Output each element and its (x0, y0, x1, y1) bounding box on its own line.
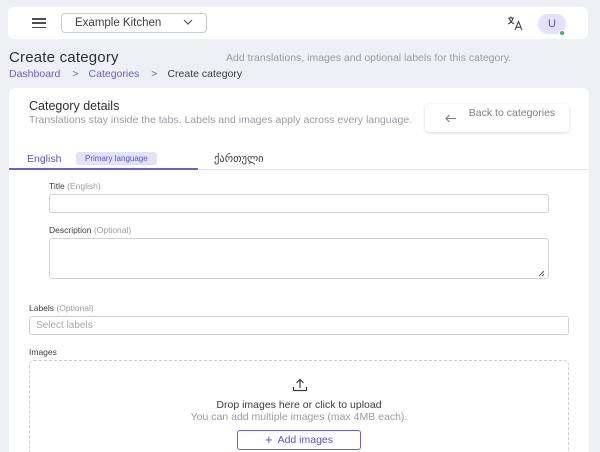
language-tabs: English Primary language ქართული (9, 148, 589, 170)
card-subtitle: Translations stay inside the tabs. Label… (29, 114, 413, 126)
upload-icon (292, 378, 308, 392)
description-label: Description (Optional) (49, 225, 131, 235)
avatar-initial: U (548, 18, 556, 30)
primary-language-badge: Primary language (76, 152, 157, 165)
image-dropzone[interactable]: Drop images here or click to upload You … (29, 360, 569, 452)
breadcrumb: Dashboard > Categories > Create category (9, 68, 242, 80)
title-input[interactable] (49, 194, 549, 213)
tab-english-label: English (27, 153, 62, 165)
menu-icon[interactable] (32, 18, 46, 28)
labels-label-text: Labels (29, 303, 55, 313)
labels-select[interactable] (29, 316, 569, 335)
back-to-categories-button[interactable]: Back to categories (425, 104, 569, 132)
page-title: Create category (9, 49, 119, 66)
description-label-text: Description (49, 225, 92, 235)
breadcrumb-separator: > (151, 68, 158, 80)
avatar[interactable]: U (538, 14, 566, 36)
dropzone-title: Drop images here or click to upload (216, 399, 382, 411)
title-label-text: Title (49, 181, 65, 191)
kitchen-selector[interactable]: Example Kitchen (61, 13, 207, 33)
title-hint: (English) (67, 181, 101, 191)
description-textarea[interactable] (49, 238, 549, 279)
images-label: Images (29, 347, 57, 357)
tab-georgian[interactable]: ქართული (214, 153, 264, 165)
category-details-card: Category details Translations stay insid… (9, 88, 589, 452)
tab-english[interactable]: English Primary language (9, 148, 198, 170)
back-button-label: Back to categories (468, 107, 556, 119)
description-hint: (Optional) (93, 225, 132, 235)
title-label: Title (English) (49, 181, 101, 191)
breadcrumb-separator: > (72, 68, 79, 80)
card-title: Category details (29, 99, 120, 113)
translate-icon[interactable] (506, 15, 524, 31)
dropzone-subtitle: You can add multiple images (max 4MB eac… (190, 411, 408, 423)
add-images-label: Add images (277, 434, 334, 446)
add-images-button[interactable]: + Add images (237, 430, 361, 450)
breadcrumb-categories[interactable]: Categories (89, 68, 140, 80)
top-bar: Example Kitchen U (8, 7, 588, 39)
arrow-left-icon (445, 114, 456, 123)
breadcrumb-dashboard[interactable]: Dashboard (9, 68, 60, 80)
labels-hint: (Optional) (56, 303, 94, 313)
online-status-dot (559, 30, 565, 36)
kitchen-name: Example Kitchen (75, 17, 162, 29)
plus-icon: + (264, 432, 273, 447)
page-subtitle: Add translations, images and optional la… (226, 52, 512, 64)
breadcrumb-current: Create category (167, 68, 243, 80)
labels-label: Labels (Optional) (29, 303, 94, 313)
chevron-down-icon (183, 19, 193, 25)
